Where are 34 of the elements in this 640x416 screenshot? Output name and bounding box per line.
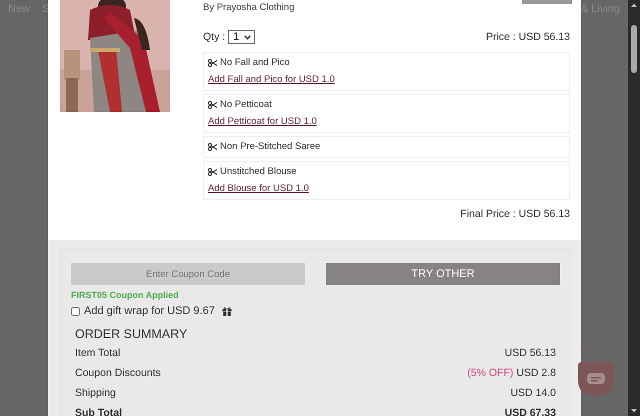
summary-value: USD 67.33 (504, 407, 556, 416)
brand-name: By Prayosha Clothing (203, 2, 294, 14)
summary-label: Item Total (75, 347, 120, 359)
coupon-field[interactable]: Enter Coupon Code (71, 263, 305, 285)
option-label: No Petticoat (220, 99, 272, 111)
scissors-icon (208, 101, 217, 109)
add-option-link[interactable]: Add Petticoat for USD 1.0 (208, 116, 317, 128)
summary-label: Sub Total (75, 407, 122, 416)
summary-label: Shipping (75, 387, 116, 399)
price-text: Price : USD 56.13 (486, 31, 570, 43)
summary-label: Coupon Discounts (75, 367, 161, 379)
scrollbar[interactable] (628, 0, 640, 416)
add-option-link[interactable]: Add Blouse for USD 1.0 (208, 183, 309, 195)
gift-wrap-label: Add gift wrap for USD 9.67 (84, 305, 215, 317)
qty-select[interactable]: 1 (228, 30, 256, 44)
try-other-button[interactable]: TRY OTHER (326, 263, 560, 285)
final-price: Final Price : USD 56.13 (460, 208, 570, 220)
qty-label: Qty : (203, 31, 226, 43)
gift-icon (222, 306, 232, 316)
summary-value: USD 56.13 (504, 347, 556, 359)
scissors-icon (208, 59, 217, 67)
summary-value: USD 14.0 (510, 387, 556, 399)
scissors-icon (208, 143, 217, 151)
option-label: No Fall and Pico (220, 57, 290, 69)
add-option-link[interactable]: Add Fall and Pico for USD 1.0 (208, 74, 335, 86)
close-icon[interactable] (580, 343, 588, 351)
option-label: Non Pre-Stitched Saree (220, 141, 320, 153)
summary-title: ORDER SUMMARY (75, 326, 188, 342)
caret-icon (244, 34, 252, 40)
coupon-status: FIRST05 Coupon Applied (71, 289, 179, 301)
gift-wrap-checkbox[interactable] (71, 306, 80, 316)
summary-value: (5% OFF) USD 2.8 (467, 367, 556, 379)
option-label: Unstitched Blouse (220, 166, 297, 178)
scissors-icon (208, 168, 217, 176)
